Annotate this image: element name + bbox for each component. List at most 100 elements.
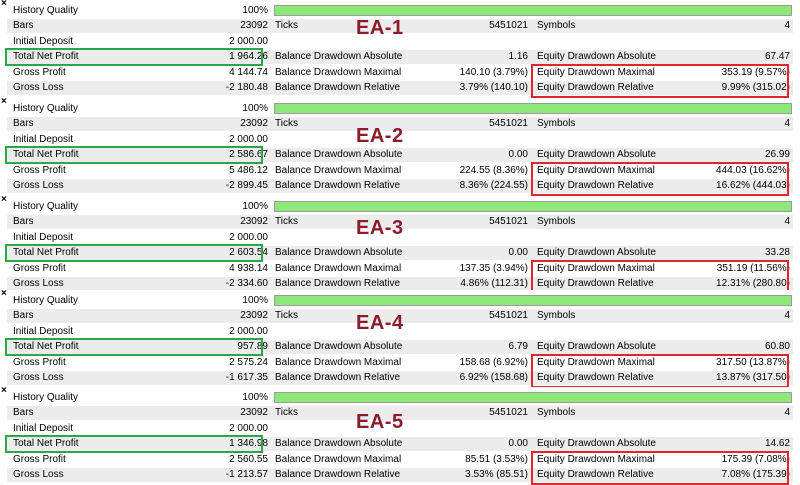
gross-loss-label: Gross Loss xyxy=(13,82,64,93)
symbols-value: 4 xyxy=(784,407,790,419)
initial-deposit-label: Initial Deposit xyxy=(13,133,74,145)
total-net-profit-highlight xyxy=(5,146,263,165)
initial-deposit-label: Initial Deposit xyxy=(13,231,74,243)
symbols-label: Symbols xyxy=(537,118,576,130)
bars-value: 23092 xyxy=(240,407,268,419)
gross-loss-value: -2 180.48 xyxy=(225,82,268,93)
close-icon[interactable]: × xyxy=(1,97,7,107)
close-icon[interactable]: × xyxy=(1,195,7,205)
equity-drawdown-highlight xyxy=(531,259,789,294)
balance-dd-rel-label: Balance Drawdown Relative xyxy=(275,469,401,480)
initial-deposit-value: 2 000.00 xyxy=(229,231,268,243)
symbols-value: 4 xyxy=(784,20,790,32)
balance-dd-max-value: 140.10 (3.79%) xyxy=(459,66,528,78)
report-panel-ea-2: × History Quality 100% Bars 23092 Ticks 545102… xyxy=(0,97,800,196)
equity-dd-abs-value: 67.47 xyxy=(764,51,790,63)
balance-dd-rel-label: Balance Drawdown Relative xyxy=(275,372,401,383)
history-quality-bar xyxy=(274,201,792,212)
history-quality-value: 100% xyxy=(242,295,268,306)
close-icon[interactable]: × xyxy=(1,386,7,396)
ea-label: EA-1 xyxy=(356,17,404,39)
gross-profit-label: Gross Profit xyxy=(13,164,66,176)
bars-value: 23092 xyxy=(240,310,268,322)
balance-dd-rel-value: 3.79% (140.10) xyxy=(459,82,528,93)
equity-dd-abs-label: Equity Drawdown Absolute xyxy=(537,51,656,63)
stat-row-history-quality: History Quality 100% xyxy=(7,4,793,18)
gross-loss-label: Gross Loss xyxy=(13,372,64,383)
equity-drawdown-highlight xyxy=(531,450,789,485)
equity-drawdown-highlight xyxy=(531,63,789,98)
initial-deposit-value: 2 000.00 xyxy=(229,133,268,145)
balance-dd-abs-label: Balance Drawdown Absolute xyxy=(275,341,403,353)
balance-dd-max-value: 158.68 (6.92%) xyxy=(459,356,528,368)
gross-profit-value: 5 486.12 xyxy=(229,164,268,176)
close-icon[interactable]: × xyxy=(1,289,7,299)
balance-dd-rel-label: Balance Drawdown Relative xyxy=(275,82,401,93)
ticks-value: 5451021 xyxy=(489,407,528,419)
total-net-profit-highlight xyxy=(5,244,263,263)
symbols-label: Symbols xyxy=(537,216,576,228)
symbols-value: 4 xyxy=(784,310,790,322)
balance-dd-max-label: Balance Drawdown Maximal xyxy=(275,356,402,368)
history-quality-value: 100% xyxy=(242,5,268,16)
balance-dd-abs-value: 0.00 xyxy=(508,149,528,161)
balance-dd-rel-label: Balance Drawdown Relative xyxy=(275,180,401,191)
gross-loss-label: Gross Loss xyxy=(13,469,64,480)
report-panel-ea-4: × History Quality 100% Bars 23092 Ticks 545102… xyxy=(0,289,800,388)
equity-dd-abs-value: 26.99 xyxy=(764,149,790,161)
balance-dd-abs-label: Balance Drawdown Absolute xyxy=(275,51,403,63)
ea-label: EA-2 xyxy=(356,125,404,147)
ticks-label: Ticks xyxy=(275,118,298,130)
initial-deposit-value: 2 000.00 xyxy=(229,35,268,47)
symbols-label: Symbols xyxy=(537,20,576,32)
balance-dd-max-label: Balance Drawdown Maximal xyxy=(275,66,402,78)
balance-dd-max-label: Balance Drawdown Maximal xyxy=(275,262,402,274)
balance-dd-abs-label: Balance Drawdown Absolute xyxy=(275,247,403,259)
gross-loss-value: -2 899.45 xyxy=(225,180,268,191)
bars-value: 23092 xyxy=(240,216,268,228)
equity-drawdown-highlight xyxy=(531,353,789,388)
gross-profit-value: 2 575.24 xyxy=(229,356,268,368)
balance-dd-max-label: Balance Drawdown Maximal xyxy=(275,453,402,465)
history-quality-label: History Quality xyxy=(13,103,79,114)
gross-profit-value: 4 938.14 xyxy=(229,262,268,274)
history-quality-bar xyxy=(274,295,792,306)
balance-dd-abs-value: 1.16 xyxy=(508,51,528,63)
history-quality-label: History Quality xyxy=(13,392,79,403)
history-quality-bar xyxy=(274,103,792,114)
ticks-value: 5451021 xyxy=(489,216,528,228)
balance-dd-rel-value: 6.92% (158.68) xyxy=(459,372,528,383)
ticks-value: 5451021 xyxy=(489,310,528,322)
equity-dd-abs-value: 14.62 xyxy=(764,438,790,450)
initial-deposit-label: Initial Deposit xyxy=(13,325,74,337)
gross-loss-value: -2 334.60 xyxy=(225,278,268,289)
ticks-value: 5451021 xyxy=(489,118,528,130)
ea-label: EA-4 xyxy=(356,312,404,334)
balance-dd-rel-label: Balance Drawdown Relative xyxy=(275,278,401,289)
total-net-profit-highlight xyxy=(5,48,263,67)
bars-label: Bars xyxy=(13,407,34,419)
balance-dd-max-value: 137.35 (3.94%) xyxy=(459,262,528,274)
history-quality-value: 100% xyxy=(242,103,268,114)
history-quality-label: History Quality xyxy=(13,201,79,212)
gross-profit-label: Gross Profit xyxy=(13,66,66,78)
initial-deposit-value: 2 000.00 xyxy=(229,325,268,337)
history-quality-value: 100% xyxy=(242,392,268,403)
gross-loss-label: Gross Loss xyxy=(13,180,64,191)
ea-label: EA-5 xyxy=(356,411,404,433)
equity-dd-abs-label: Equity Drawdown Absolute xyxy=(537,149,656,161)
bars-label: Bars xyxy=(13,310,34,322)
equity-drawdown-highlight xyxy=(531,161,789,196)
report-panel-ea-5: × History Quality 100% Bars 23092 Ticks 545102… xyxy=(0,386,800,485)
bars-label: Bars xyxy=(13,20,34,32)
gross-profit-label: Gross Profit xyxy=(13,453,66,465)
total-net-profit-highlight xyxy=(5,338,263,357)
balance-dd-abs-value: 6.79 xyxy=(508,341,528,353)
close-icon[interactable]: × xyxy=(1,0,7,9)
report-panel-ea-1: × History Quality 100% Bars 23092 Ticks 545102… xyxy=(0,0,800,98)
gross-profit-label: Gross Profit xyxy=(13,356,66,368)
equity-dd-abs-value: 60.80 xyxy=(764,341,790,353)
symbols-value: 4 xyxy=(784,118,790,130)
gross-profit-value: 2 560.55 xyxy=(229,453,268,465)
stat-row-history-quality: History Quality 100% xyxy=(7,294,793,308)
